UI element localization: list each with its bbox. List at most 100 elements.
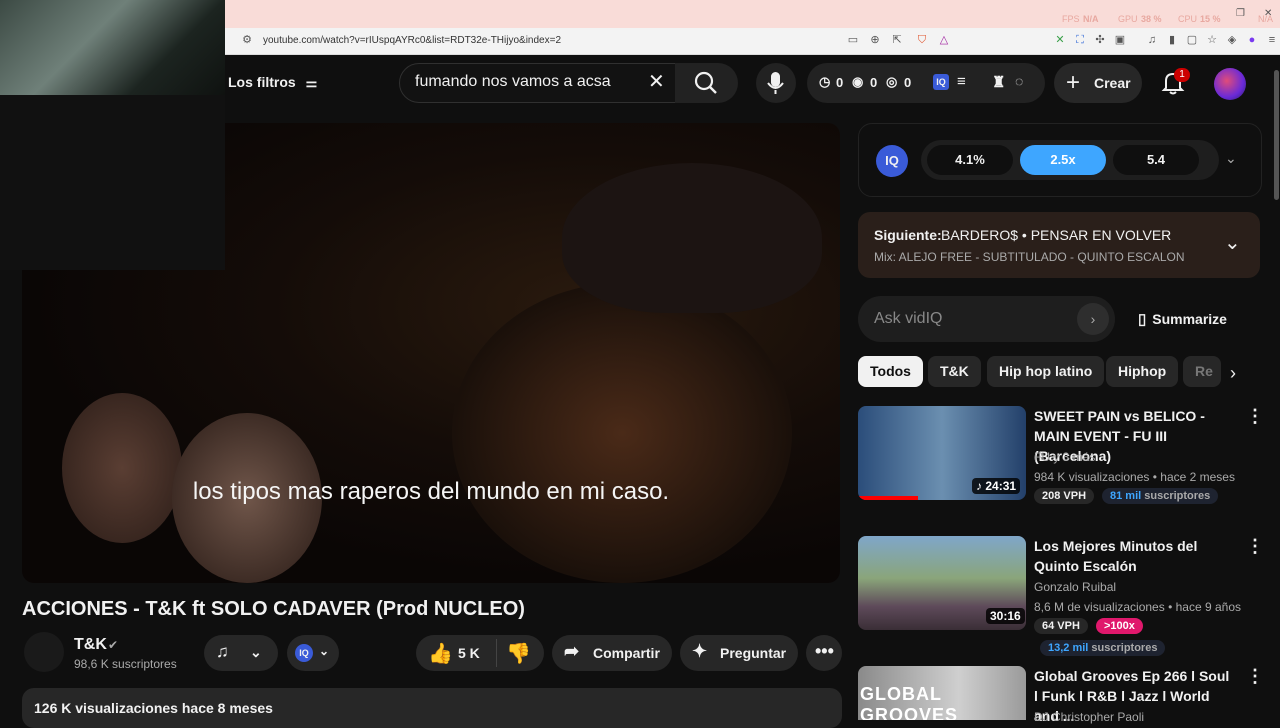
chip-tk[interactable]: T&K — [928, 356, 981, 387]
recommendation-title[interactable]: Los Mejores Minutos del Quinto Escalón — [1034, 536, 1234, 576]
close-window-icon[interactable]: ✕ — [1264, 8, 1272, 19]
perf-gpu-label: GPU — [1118, 14, 1138, 24]
microphone-icon — [767, 72, 784, 94]
recommendation-channel[interactable]: Gonzalo Ruibal — [1034, 580, 1116, 594]
send-arrow-icon[interactable]: › — [1077, 303, 1109, 335]
music-note-icon: ♪ — [976, 479, 986, 493]
share-label: Compartir — [593, 645, 660, 661]
perf-gpu-value: 38 % — [1141, 14, 1162, 24]
sparkle-icon: ✦ — [692, 641, 708, 661]
profile-icon[interactable]: ● — [1245, 33, 1259, 47]
divider — [496, 639, 497, 667]
chat-icon[interactable]: ◌ — [1015, 73, 1023, 89]
recommendation-thumbnail[interactable]: 30:16 — [858, 536, 1026, 630]
next-title: BARDERO$ • PENSAR EN VOLVER — [941, 227, 1172, 243]
wallet-icon[interactable]: ◈ — [1225, 33, 1239, 47]
url-text[interactable]: youtube.com/watch?v=rIUspqAYRc0&list=RDT… — [263, 35, 561, 46]
site-info-icon[interactable]: ⚙ — [240, 33, 254, 47]
eye-outline-icon: ◎ — [886, 74, 898, 89]
chip-hiphop[interactable]: Hiphop — [1106, 356, 1179, 387]
ask-button[interactable]: ✦ Preguntar — [680, 635, 798, 671]
subs-number: 13,2 mil — [1048, 642, 1089, 654]
vidiq-badge-icon: IQ — [295, 644, 313, 662]
scrollbar-thumb[interactable] — [1274, 70, 1279, 200]
recommendation-channel[interactable]: FU y 3 más — [1034, 450, 1095, 464]
rewards-icon[interactable]: △ — [937, 33, 951, 47]
share-icon: ➦ — [564, 641, 580, 661]
perf-cpu-label: CPU — [1178, 14, 1198, 24]
recommendation-meta: 8,6 M de visualizaciones • hace 9 años — [1034, 600, 1241, 614]
sliders-icon: ⚌ — [305, 75, 318, 90]
voice-search-button[interactable] — [756, 63, 796, 103]
like-dislike-group: 👍 5 K 👎 — [416, 635, 544, 671]
recommendation-thumbnail[interactable]: GLOBAL GROOVES — [858, 666, 1026, 720]
video-duration: 30:16 — [986, 608, 1025, 624]
vidiq-logo-icon[interactable]: IQ — [933, 74, 949, 90]
vidiq-stat-a[interactable]: 4.1% — [927, 145, 1013, 175]
create-button[interactable]: + Crear — [1054, 63, 1142, 103]
vidiq-widget: IQ 4.1% 2.5x 5.4 ⌄ — [858, 123, 1262, 197]
channel-name[interactable]: T&K — [74, 636, 107, 654]
up-next-panel[interactable]: Siguiente: BARDERO$ • PENSAR EN VOLVER M… — [858, 212, 1260, 278]
brave-shield-icon[interactable]: ⛉ — [915, 33, 929, 47]
recommendation-thumbnail[interactable]: ♪ 24:31 — [858, 406, 1026, 500]
restore-window-icon[interactable]: ❐ — [1236, 8, 1245, 19]
more-vertical-icon[interactable]: ⋮ — [1246, 666, 1264, 687]
vidiq-logo-icon: IQ — [876, 145, 908, 177]
ask-label: Preguntar — [720, 645, 787, 661]
cast-icon[interactable]: ▭ — [846, 33, 860, 47]
view-count-date: 126 K visualizaciones hace 8 meses — [34, 700, 273, 716]
channel-avatar[interactable] — [24, 632, 64, 672]
duration-text: 24:31 — [985, 479, 1017, 493]
trophy-icon[interactable]: ♜ — [992, 73, 1005, 91]
video-duration: ♪ 24:31 — [972, 478, 1021, 494]
vidiq-stat-b[interactable]: 2.5x — [1020, 145, 1106, 175]
vidiq-channel-button[interactable]: IQ ⌄ — [287, 635, 339, 671]
stat-watch-time: 0 — [836, 75, 844, 90]
like-count[interactable]: 5 K — [458, 645, 480, 661]
more-actions-button[interactable]: ••• — [806, 635, 842, 671]
subs-label: suscriptores — [1088, 642, 1158, 654]
dislike-icon[interactable]: 👎 — [506, 641, 531, 666]
summarize-button[interactable]: ▯ Summarize — [1138, 310, 1227, 328]
menu-icon[interactable]: ≡ — [1265, 33, 1279, 47]
list-icon[interactable]: ≡ — [957, 73, 966, 90]
more-vertical-icon[interactable]: ⋮ — [1246, 536, 1264, 557]
search-button[interactable] — [675, 63, 738, 103]
extension-x-icon[interactable]: ✕ — [1053, 33, 1067, 47]
share-button[interactable]: ➦ Compartir — [552, 635, 672, 671]
subscribers-badge: 13,2 mil suscriptores — [1040, 640, 1166, 656]
sidebar-toggle-icon[interactable]: ▮ — [1165, 33, 1179, 47]
chevron-down-icon[interactable]: ⌄ — [1224, 230, 1241, 255]
video-subtitle: los tipos mas raperos del mundo en mi ca… — [192, 478, 670, 505]
vidiq-stat-c[interactable]: 5.4 — [1113, 145, 1199, 175]
search-icon — [694, 71, 717, 94]
zoom-icon[interactable]: ⊕ — [868, 33, 882, 47]
subscribe-bell-button[interactable]: ♫ ⌄ — [204, 635, 278, 671]
music-icon[interactable]: ♫ — [1145, 33, 1159, 47]
user-avatar[interactable] — [1214, 68, 1246, 100]
tab-manager-icon[interactable]: ▢ — [1185, 33, 1199, 47]
puzzle-icon[interactable]: ✣ — [1093, 33, 1107, 47]
bookmark-icon[interactable]: ☆ — [1205, 33, 1219, 47]
recommendation-channel[interactable]: DJ Christopher Paoli — [1034, 710, 1144, 724]
screenshot-icon[interactable]: ▣ — [1113, 33, 1127, 47]
translate-icon[interactable]: ⛶ — [1073, 33, 1087, 47]
chip-partial[interactable]: Re — [1183, 356, 1221, 387]
chip-todos[interactable]: Todos — [858, 356, 923, 387]
chevron-down-icon[interactable]: ⌄ — [1225, 150, 1237, 167]
like-icon[interactable]: 👍 — [428, 641, 453, 666]
clear-search-icon[interactable]: ✕ — [648, 69, 665, 94]
chip-hip-hop-latino[interactable]: Hip hop latino — [987, 356, 1105, 387]
filters-button[interactable]: Los filtros ⚌ — [228, 74, 317, 91]
stat-views-2: 0 — [904, 75, 912, 90]
ask-vidiq-input[interactable]: Ask vidIQ › — [858, 296, 1115, 342]
watch-progress-bar — [858, 496, 918, 500]
chevron-right-icon[interactable]: › — [1230, 363, 1236, 384]
more-vertical-icon[interactable]: ⋮ — [1246, 406, 1264, 427]
search-input[interactable]: fumando nos vamos a acsa — [415, 73, 611, 91]
share-page-icon[interactable]: ⇱ — [890, 33, 904, 47]
notification-count-badge: 1 — [1174, 68, 1190, 82]
webcam-overlay — [0, 0, 225, 270]
clock-icon: ◷ — [819, 74, 831, 89]
